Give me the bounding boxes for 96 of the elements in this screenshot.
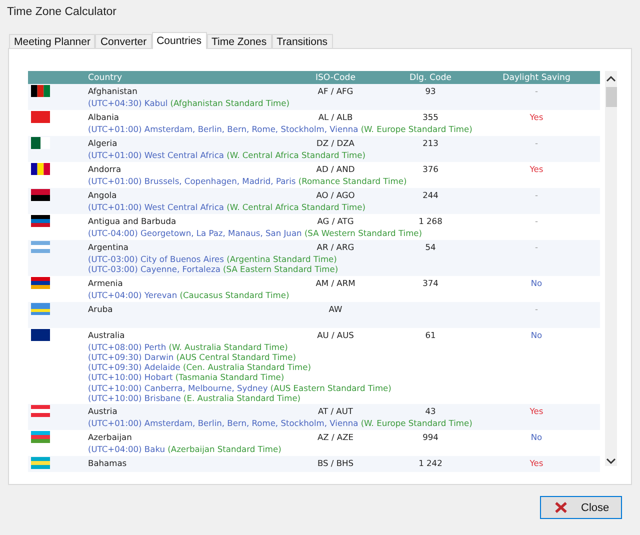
timezone-line: (UTC+08:00) Perth (W. Australia Standard Time) xyxy=(88,342,289,352)
daylight-saving: - xyxy=(535,242,538,252)
iso-code: AW xyxy=(328,304,344,314)
daylight-saving: Yes xyxy=(530,164,544,174)
timezone-line: (UTC-04:00) Georgetown, La Paz, Manaus, San Juan (SA Western Standard Time) xyxy=(88,228,423,238)
daylight-saving: No xyxy=(530,330,542,340)
daylight-saving: - xyxy=(535,190,538,200)
table-row[interactable]: Angola AO / AGO 244 - (UTC+01:00) West Central Africa (W. Central Africa Standard Time) xyxy=(28,188,600,214)
table-row[interactable]: Antigua and Barbuda AG / ATG 1 268 - (UTC-04:00) Georgetown, La Paz, Manaus, San Juan (SA Western Standard Time) xyxy=(28,214,600,240)
scroll-up-icon[interactable] xyxy=(605,74,617,84)
timezone-line: (UTC+10:00) Hobart (Tasmania Standard Time) xyxy=(88,372,286,383)
country-name: Antigua and Barbuda xyxy=(88,216,178,226)
daylight-saving: Yes xyxy=(530,458,544,468)
timezone-line: (UTC+04:00) Yerevan (Caucasus Standard Time) xyxy=(88,290,290,300)
tab[interactable]: Time Zones xyxy=(206,34,272,48)
dialing-code: 1 268 xyxy=(418,216,442,226)
table-row[interactable]: Azerbaijan AZ / AZE 994 No (UTC+04:00) Baku (Azerbaijan Standard Time) xyxy=(28,430,600,456)
iso-code: AU / AUS xyxy=(316,330,355,340)
country-name: Andorra xyxy=(88,164,122,174)
dialing-code: 61 xyxy=(425,330,436,340)
iso-code: AF / AFG xyxy=(316,86,354,96)
table-row[interactable]: Austria AT / AUT 43 Yes (UTC+01:00) Amsterdam, Berlin, Bern, Rome, Stockholm, Vienna (W. Europe Standard Time) xyxy=(28,404,600,430)
dialing-code: 1 242 xyxy=(418,458,442,468)
table-row[interactable]: Aruba AW - xyxy=(28,302,600,328)
daylight-saving: Yes xyxy=(530,112,544,122)
country-name: Algeria xyxy=(88,138,118,148)
timezone-line: (UTC+09:30) Darwin (AUS Central Standard Time) xyxy=(88,352,297,362)
tab[interactable]: Transitions xyxy=(272,34,333,48)
daylight-saving: - xyxy=(535,216,538,226)
timezone-line: (UTC+01:00) Amsterdam, Berlin, Bern, Rome, Stockholm, Vienna (W. Europe Standard Time) xyxy=(88,418,474,429)
daylight-saving: Yes xyxy=(530,406,544,416)
daylight-saving: - xyxy=(535,138,538,148)
iso-code: DZ / DZA xyxy=(316,138,356,148)
iso-code: AT / AUT xyxy=(317,406,354,416)
country-name: Afghanistan xyxy=(88,86,138,96)
table-row[interactable]: Armenia AM / ARM 374 No (UTC+04:00) Yerevan (Caucasus Standard Time) xyxy=(28,276,600,302)
dialing-code: 374 xyxy=(422,278,438,288)
timezone-line: (UTC+01:00) Amsterdam, Berlin, Bern, Rome, Stockholm, Vienna (W. Europe Standard Time) xyxy=(88,124,474,134)
timezone-line: (UTC+01:00) Brussels, Copenhagen, Madrid, Paris (Romance Standard Time) xyxy=(88,176,408,186)
dialing-code: 355 xyxy=(422,112,438,122)
column-header: Country xyxy=(88,72,124,82)
daylight-saving: No xyxy=(530,432,542,442)
daylight-saving: No xyxy=(530,278,542,288)
country-name: Austria xyxy=(88,406,118,416)
country-name: Aruba xyxy=(88,304,114,314)
tab[interactable]: Converter xyxy=(95,34,152,48)
country-name: Armenia xyxy=(88,278,124,288)
tab[interactable]: Countries xyxy=(152,32,207,49)
daylight-saving: - xyxy=(535,304,538,314)
close-icon xyxy=(555,502,567,513)
close-button[interactable]: Close xyxy=(540,496,622,519)
timezone-line: (UTC+04:30) Kabul (Afghanistan Standard Time) xyxy=(88,98,290,108)
table-row[interactable]: Albania AL / ALB 355 Yes (UTC+01:00) Amsterdam, Berlin, Bern, Rome, Stockholm, Vienna (W. Europe Standard Time) xyxy=(28,110,600,136)
country-name: Argentina xyxy=(88,242,130,252)
timezone-line: (UTC-03:00) City of Buenos Aires (Argentina Standard Time) xyxy=(88,254,338,264)
timezone-line: (UTC+01:00) West Central Africa (W. Central Africa Standard Time) xyxy=(88,202,366,212)
dialing-code: 43 xyxy=(425,406,436,416)
country-name: Azerbaijan xyxy=(88,432,133,442)
country-name: Australia xyxy=(88,330,126,340)
window-title: Time Zone Calculator xyxy=(7,6,118,20)
country-name: Bahamas xyxy=(88,458,128,468)
iso-code: BS / BHS xyxy=(316,458,355,468)
dialing-code: 376 xyxy=(422,164,438,174)
timezone-line: (UTC+04:00) Baku (Azerbaijan Standard Time) xyxy=(88,444,282,455)
table-row[interactable]: Andorra AD / AND 376 Yes (UTC+01:00) Brussels, Copenhagen, Madrid, Paris (Romance Standard Time) xyxy=(28,162,600,188)
country-name: Albania xyxy=(88,112,120,122)
column-header: ISO-Code xyxy=(314,72,357,82)
timezone-line: (UTC+10:00) Canberra, Melbourne, Sydney (AUS Eastern Standard Time) xyxy=(88,382,392,394)
table-row[interactable]: Afghanistan AF / AFG 93 - (UTC+04:30) Kabul (Afghanistan Standard Time) xyxy=(28,84,600,110)
column-header: Dlg. Code xyxy=(408,72,452,82)
scrollbar[interactable] xyxy=(605,71,617,466)
column-header: Daylight Saving xyxy=(502,72,572,82)
scroll-down-icon[interactable] xyxy=(605,456,617,466)
table-row[interactable]: Bahamas BS / BHS 1 242 Yes xyxy=(28,456,600,472)
daylight-saving: - xyxy=(535,86,538,96)
dialing-code: 244 xyxy=(422,190,438,200)
scroll-thumb[interactable] xyxy=(606,87,616,107)
country-name: Angola xyxy=(88,190,118,200)
iso-code: AR / ARG xyxy=(316,242,356,252)
iso-code: AZ / AZE xyxy=(316,432,355,442)
iso-code: AO / AGO xyxy=(315,190,356,200)
iso-code: AM / ARM xyxy=(314,278,356,288)
table-row[interactable]: Argentina AR / ARG 54 - (UTC-03:00) City of Buenos Aires (Argentina Standard Time) (UTC-03:00) Cayenne, Fortaleza (SA Eastern Standard Time) xyxy=(28,240,600,276)
dialing-code: 54 xyxy=(425,242,436,252)
tab[interactable]: Meeting Planner xyxy=(9,34,96,48)
dialing-code: 213 xyxy=(422,138,438,148)
timezone-line: (UTC+09:30) Adelaide (Cen. Australia Standard Time) xyxy=(88,362,312,372)
dialing-code: 994 xyxy=(422,432,438,442)
iso-code: AL / ALB xyxy=(317,112,354,122)
dialing-code: 93 xyxy=(425,86,436,96)
table-row[interactable]: Algeria DZ / DZA 213 - (UTC+01:00) West Central Africa (W. Central Africa Standard Time) xyxy=(28,136,600,162)
iso-code: AG / ATG xyxy=(316,216,355,226)
timezone-line: (UTC-03:00) Cayenne, Fortaleza (SA Eastern Standard Time) xyxy=(88,264,340,275)
timezone-line: (UTC+01:00) West Central Africa (W. Central Africa Standard Time) xyxy=(88,150,366,160)
timezone-line: (UTC+10:00) Brisbane (E. Australia Standard Time) xyxy=(88,393,302,404)
iso-code: AD / AND xyxy=(315,164,356,174)
